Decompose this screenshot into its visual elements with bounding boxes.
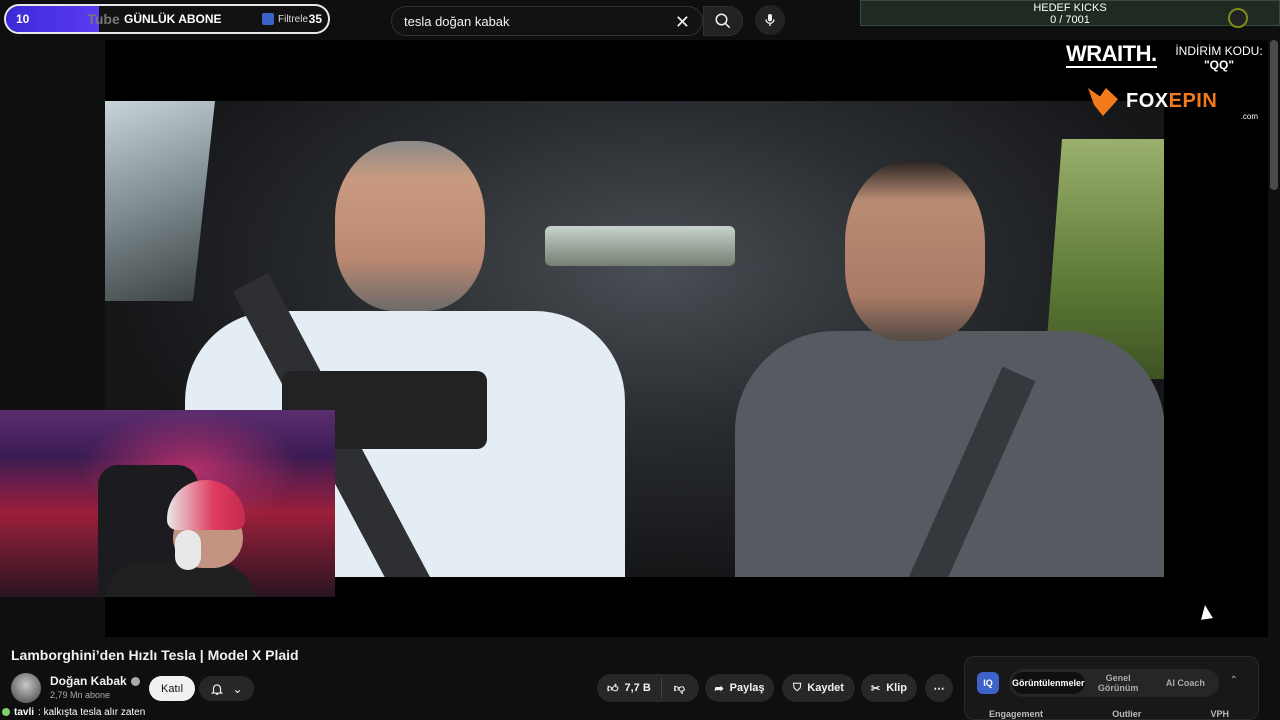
channel-avatar[interactable] — [11, 673, 41, 703]
bell-icon — [211, 683, 224, 695]
more-actions-button[interactable]: ⋯ — [925, 674, 953, 702]
vidiq-tabs: Görüntülenmeler Genel Görünüm AI Coach — [1009, 669, 1219, 697]
channel-name-text[interactable]: Doğan Kabak — [50, 674, 127, 688]
search-button[interactable] — [703, 6, 743, 36]
like-count: 7,7 B — [624, 682, 651, 694]
chat-message: tavli : kalkışta tesla alır zaten — [0, 705, 145, 719]
chat-user-icon — [2, 708, 10, 716]
notification-button[interactable]: ⌄ — [199, 676, 254, 701]
filter-chip[interactable]: Filtrele — [262, 13, 308, 25]
vidiq-columns: Engagement Outlier VPH — [989, 709, 1229, 719]
streamer — [105, 480, 255, 597]
headphones-icon — [175, 530, 201, 570]
search-box[interactable]: ✕ — [391, 6, 703, 36]
video-title: Lamborghini’den Hızlı Tesla | Model X Pl… — [11, 647, 299, 663]
column-outlier: Outlier — [1112, 709, 1142, 719]
streamer-hair — [167, 480, 245, 530]
share-label: Paylaş — [729, 682, 765, 694]
save-label: Kaydet — [807, 682, 844, 694]
account-avatar[interactable] — [1228, 8, 1248, 28]
share-icon: ➦ — [714, 682, 724, 695]
save-button[interactable]: ⛉ Kaydet — [782, 674, 855, 702]
driver-person — [725, 161, 1164, 577]
page: 10 Tube GÜNLÜK ABONE Filtrele 35 ✕ HEDEF… — [0, 0, 1280, 720]
promo-box: İNDİRİM KODU: "QQ" — [1174, 44, 1264, 72]
vidiq-panel: IQ Görüntülenmeler Genel Görünüm AI Coac… — [964, 656, 1259, 720]
mouse-cursor — [1199, 604, 1213, 620]
subscriber-goal-current: 10 — [16, 12, 30, 26]
like-button[interactable]: 👍︎ 7,7 B — [597, 678, 662, 698]
dislike-button[interactable]: 👎︎ — [662, 682, 697, 695]
subscriber-goal-overlay: 10 Tube GÜNLÜK ABONE Filtrele 35 — [4, 4, 330, 34]
voice-search-button[interactable] — [755, 5, 785, 35]
driver-head — [845, 161, 985, 341]
page-scrollbar[interactable] — [1270, 40, 1278, 190]
like-dislike-group: 👍︎ 7,7 B 👎︎ — [597, 674, 699, 702]
foxepin-epin: EPIN — [1168, 90, 1218, 112]
foxepin-wordmark: FOXEPIN — [1126, 90, 1217, 113]
search-input[interactable] — [404, 13, 664, 29]
streamer-webcam — [0, 410, 335, 597]
promo-code: "QQ" — [1203, 58, 1235, 72]
bookmark-icon: ⛉ — [793, 681, 802, 694]
wraith-logo: WRAITH. — [1066, 41, 1157, 68]
clip-button[interactable]: ✂ Klip — [861, 674, 917, 702]
close-icon[interactable]: ✕ — [675, 12, 690, 33]
channel-name[interactable]: Doğan Kabak — [50, 674, 140, 688]
column-engagement: Engagement — [989, 709, 1044, 719]
subscriber-count: 2,79 Mn abone — [50, 690, 111, 700]
passenger-head — [335, 141, 485, 311]
foxepin-logo: FOXEPIN .com — [1088, 88, 1264, 122]
subscriber-goal-label: GÜNLÜK ABONE — [124, 12, 222, 26]
vidiq-logo-icon: IQ — [977, 672, 999, 694]
kicks-goal-overlay: HEDEF KICKS 0 / 7001 — [860, 0, 1280, 26]
youtube-logo[interactable]: Tube — [87, 11, 119, 27]
scissors-icon: ✂ — [871, 682, 881, 695]
thumbs-up-icon: 👍︎ — [607, 682, 619, 695]
chevron-up-icon[interactable]: ⌃ — [1230, 675, 1238, 686]
column-vph: VPH — [1210, 709, 1229, 719]
tab-overview[interactable]: Genel Görünüm — [1085, 673, 1152, 693]
chevron-down-icon: ⌄ — [232, 681, 243, 696]
iq-icon — [262, 13, 274, 25]
fox-icon — [1088, 88, 1118, 116]
thumbs-down-icon: 👎︎ — [673, 682, 685, 695]
verified-icon — [130, 676, 140, 686]
kicks-goal-value: 0 / 7001 — [1050, 14, 1090, 26]
tab-ai-coach[interactable]: AI Coach — [1152, 678, 1219, 688]
filter-label: Filtrele — [278, 13, 309, 25]
share-button[interactable]: ➦ Paylaş — [705, 674, 774, 702]
foxepin-fox: FOX — [1126, 90, 1169, 112]
chat-username: tavli — [14, 706, 35, 718]
subscriber-goal-target: 35 — [308, 12, 322, 26]
kicks-goal-title: HEDEF KICKS — [1033, 2, 1107, 14]
join-button[interactable]: Katıl — [149, 676, 196, 701]
clip-label: Klip — [886, 682, 907, 694]
tab-views[interactable]: Görüntülenmeler — [1012, 672, 1085, 694]
mic-icon — [765, 14, 775, 26]
chat-text: : kalkışta tesla alır zaten — [38, 706, 146, 718]
more-icon: ⋯ — [933, 682, 945, 695]
promo-label: İNDİRİM KODU: — [1175, 44, 1263, 58]
search-icon — [715, 13, 731, 29]
foxepin-suffix: .com — [1240, 112, 1258, 121]
